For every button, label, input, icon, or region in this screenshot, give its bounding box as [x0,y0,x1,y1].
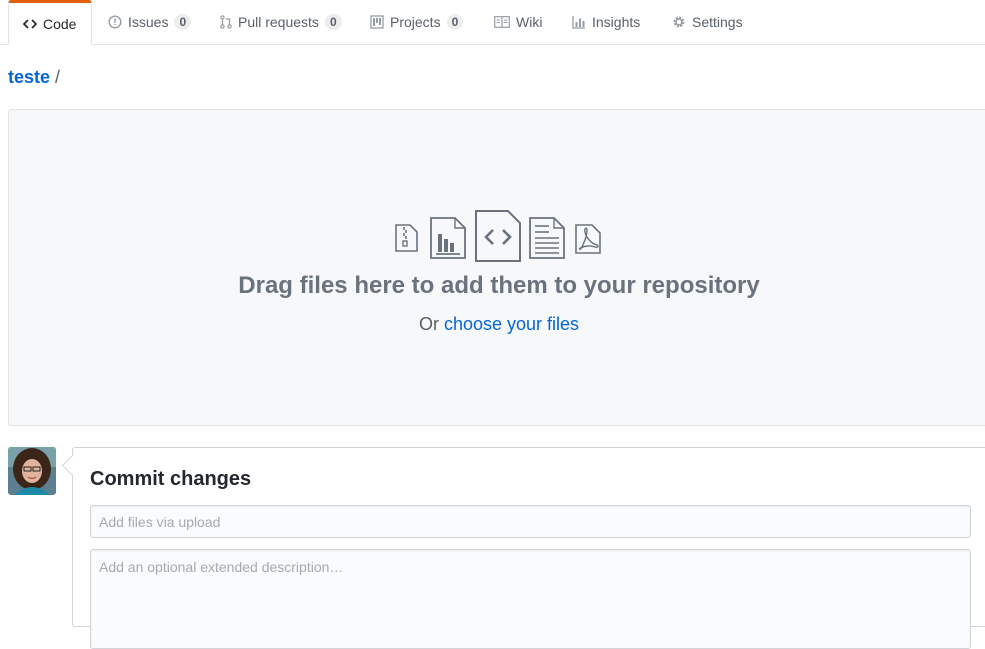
file-drop-zone[interactable]: Drag files here to add them to your repo… [8,109,985,426]
tab-label: Issues [128,14,169,30]
graph-icon [572,15,586,29]
file-text-icon [529,217,565,259]
tab-settings[interactable]: Settings [658,0,757,44]
tab-label: Projects [390,14,441,30]
file-chart-icon [430,217,466,259]
tab-label: Settings [692,14,743,30]
tab-wiki[interactable]: Wiki [480,0,556,44]
project-icon [370,15,384,29]
file-pdf-icon [575,224,601,254]
breadcrumb: teste / [8,67,60,88]
git-pull-request-icon [220,15,232,29]
file-code-icon [475,210,521,262]
book-icon [494,16,510,28]
drop-zone-prefix: Or [418,314,439,334]
tab-pull-requests[interactable]: Pull requests 0 [206,0,356,44]
avatar [8,447,56,495]
tab-label: Pull requests [238,14,319,30]
tab-label: Code [43,15,77,32]
drop-zone-title: Drag files here to add them to your repo… [238,272,760,299]
commit-form: Commit changes [61,447,985,649]
projects-counter: 0 [446,14,464,30]
tab-projects[interactable]: Projects 0 [356,0,477,44]
tab-insights[interactable]: Insights [558,0,654,44]
issues-counter: 0 [174,14,192,30]
tab-code[interactable]: Code [8,0,92,45]
tab-issues[interactable]: Issues 0 [94,0,205,44]
commit-summary-input[interactable] [90,505,971,538]
gear-icon [672,15,686,29]
breadcrumb-separator: / [55,67,61,87]
drop-zone-subtitle: Or choose your files [9,314,985,335]
code-icon [23,17,37,31]
tab-label: Wiki [516,14,543,30]
commit-box-pointer [61,454,84,477]
tab-label: Insights [592,14,641,30]
issue-opened-icon [108,15,122,29]
pull-requests-counter: 0 [324,14,342,30]
repo-link[interactable]: teste [8,67,50,87]
choose-files-link[interactable]: choose your files [444,314,579,334]
commit-title: Commit changes [90,468,252,490]
repo-nav-tabs: Code Issues 0 Pull requests 0 Projects 0… [0,0,985,45]
file-zip-icon [395,224,418,252]
commit-description-input[interactable] [90,549,971,649]
